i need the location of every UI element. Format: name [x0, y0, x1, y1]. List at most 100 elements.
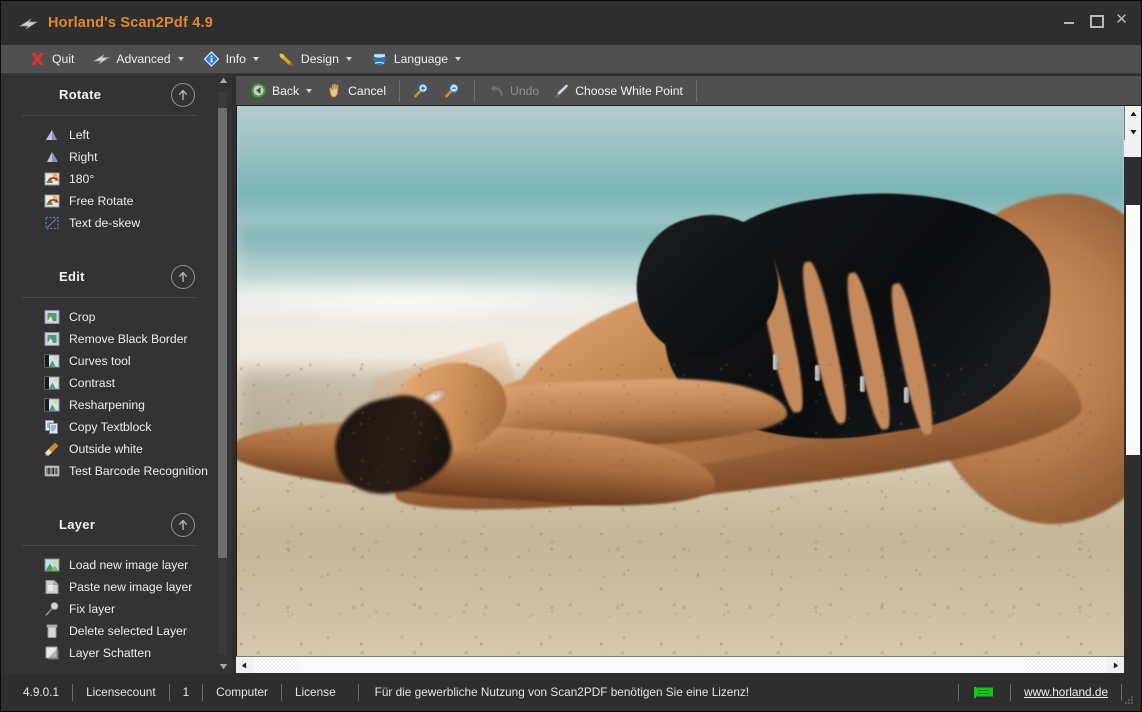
vertical-scroll-thumb[interactable] [1126, 205, 1140, 455]
sidebar-item-rotate-left[interactable]: Left [44, 124, 196, 146]
menu-label: Language [393, 52, 449, 66]
toolbar-label: Choose White Point [575, 83, 683, 98]
chevron-down-icon [306, 88, 313, 93]
sidebar-item-label: Resharpening [69, 397, 145, 412]
circle-up-arrow-icon[interactable] [171, 512, 195, 537]
status-separator [357, 683, 359, 701]
eyedropper-icon [553, 82, 570, 99]
canvas-column [236, 106, 1124, 673]
trash-icon [44, 623, 60, 639]
application-window: Horland's Scan2Pdf 4.9 ✕ Quit Advanced I… [0, 0, 1142, 712]
website-link[interactable]: www.horland.de [1024, 685, 1108, 699]
sidebar-item-text-deskew[interactable]: Text de-skew [44, 212, 196, 234]
status-separator [280, 683, 282, 701]
sidebar-item-rotate-right[interactable]: Right [44, 146, 196, 168]
horizontal-scroll-thumb[interactable] [300, 658, 1026, 672]
main-body: Rotate Left Right 180° Free Rotate Text … [1, 74, 1141, 673]
sidebar-item-outside-white[interactable]: Outside white [44, 438, 196, 460]
sidebar-scrollbar[interactable] [214, 74, 232, 673]
sidebar-item-free-rotate[interactable]: Free Rotate [44, 190, 196, 212]
sidebar-item-rotate-180[interactable]: 180° [44, 168, 196, 190]
copy-textblock-icon [44, 419, 60, 435]
title-bar: Horland's Scan2Pdf 4.9 ✕ [1, 1, 1141, 45]
sidebar-item-curves-tool[interactable]: Curves tool [44, 350, 196, 372]
photo-vignette [237, 106, 1124, 656]
sidebar-item-load-new-image-layer[interactable]: Load new image layer [44, 554, 196, 576]
menu-label: Info [225, 52, 246, 66]
back-button[interactable]: Back [243, 79, 319, 103]
minimize-button[interactable] [1063, 13, 1076, 26]
barcode-icon [44, 463, 60, 479]
sidebar-scroll-thumb[interactable] [218, 108, 227, 558]
maximize-button[interactable] [1089, 13, 1104, 28]
menu-item-design[interactable]: Design [270, 47, 360, 71]
toolbar-separator [474, 79, 476, 102]
sidebar-item-resharpening[interactable]: Resharpening [44, 394, 196, 416]
sidebar-item-label: Test Barcode Recognition [69, 463, 208, 478]
photo-image [237, 106, 1124, 656]
status-separator [958, 683, 960, 701]
menu-item-advanced[interactable]: Advanced [85, 47, 191, 71]
scroll-right-button[interactable] [1107, 657, 1124, 673]
scroll-down-icon[interactable] [219, 663, 228, 670]
sidebar-item-label: Layer Schatten [69, 645, 151, 660]
zoom-in-button[interactable] [406, 79, 437, 103]
scroll-up-button[interactable] [1125, 106, 1141, 123]
image-viewer: Back Cancel Undo Choose White Point [232, 74, 1141, 673]
status-separator [72, 683, 74, 701]
close-button[interactable]: ✕ [1115, 12, 1128, 27]
sidebar-item-delete-selected-layer[interactable]: Delete selected Layer [44, 620, 196, 642]
group-header-layer[interactable]: Layer [22, 504, 196, 546]
menu-item-info[interactable]: Info [195, 47, 267, 71]
toolbar-separator [695, 79, 697, 102]
curves-icon [44, 353, 60, 369]
menu-item-quit[interactable]: Quit [21, 47, 82, 71]
horizontal-scroll-track[interactable] [253, 657, 1107, 673]
chevron-down-icon [252, 57, 259, 61]
cancel-button[interactable]: Cancel [319, 79, 393, 103]
sidebar-item-crop[interactable]: Crop [44, 306, 196, 328]
sidebar-item-paste-new-image-layer[interactable]: Paste new image layer [44, 576, 196, 598]
app-logo-icon [18, 15, 39, 31]
toolbar-label: Back [272, 83, 300, 98]
chevron-down-icon [345, 57, 352, 61]
circle-up-arrow-icon[interactable] [171, 82, 195, 107]
status-bar: 4.9.0.1 Licensecount 1 Computer License … [1, 673, 1141, 711]
sidebar-item-copy-textblock[interactable]: Copy Textblock [44, 416, 196, 438]
image-toolbar: Back Cancel Undo Choose White Point [236, 76, 1141, 106]
group-header-rotate[interactable]: Rotate [22, 74, 196, 116]
tool-sidebar: Rotate Left Right 180° Free Rotate Text … [1, 74, 232, 673]
choose-white-point-button[interactable]: Choose White Point [546, 79, 690, 103]
photo-canvas[interactable] [236, 106, 1124, 656]
status-licensecount-label: Licensecount [86, 685, 156, 699]
horizontal-scrollbar[interactable] [236, 656, 1124, 673]
menu-item-language[interactable]: Language [363, 47, 469, 71]
sidebar-item-fix-layer[interactable]: Fix layer [44, 598, 196, 620]
vertical-scrollbar[interactable] [1124, 106, 1141, 455]
brush-icon [44, 441, 60, 457]
free-rotate-icon [44, 193, 60, 209]
resize-grip[interactable] [1123, 694, 1135, 706]
circle-up-arrow-icon[interactable] [171, 264, 195, 289]
sidebar-item-remove-black-border[interactable]: Remove Black Border [44, 328, 196, 350]
scroll-down-button[interactable] [1125, 123, 1141, 140]
scroll-left-button[interactable] [236, 657, 253, 673]
sidebar-item-label: Load new image layer [69, 557, 189, 572]
undo-button[interactable]: Undo [481, 79, 546, 103]
zoom-out-button[interactable] [437, 79, 468, 103]
status-separator [1121, 683, 1122, 701]
remove-border-icon [44, 331, 60, 347]
group-title: Layer [59, 517, 96, 532]
status-message: Für die gewerbliche Nutzung von Scan2PDF… [374, 685, 750, 699]
group-header-edit[interactable]: Edit [22, 256, 196, 298]
toolbar-label: Cancel [348, 83, 387, 98]
sidebar-group-edit: Edit Crop Remove Black Border Curves too… [22, 256, 208, 504]
status-license-label: License [294, 685, 336, 699]
sidebar-item-contrast[interactable]: Contrast [44, 372, 196, 394]
sidebar-item-test-barcode-recognition[interactable]: Test Barcode Recognition [44, 460, 208, 482]
menu-label: Design [300, 52, 339, 66]
sidebar-item-label: Left [69, 127, 90, 142]
sidebar-item-layer-schatten[interactable]: Layer Schatten [44, 642, 196, 664]
scroll-up-icon[interactable] [219, 77, 228, 84]
window-controls: ✕ [1063, 12, 1128, 28]
